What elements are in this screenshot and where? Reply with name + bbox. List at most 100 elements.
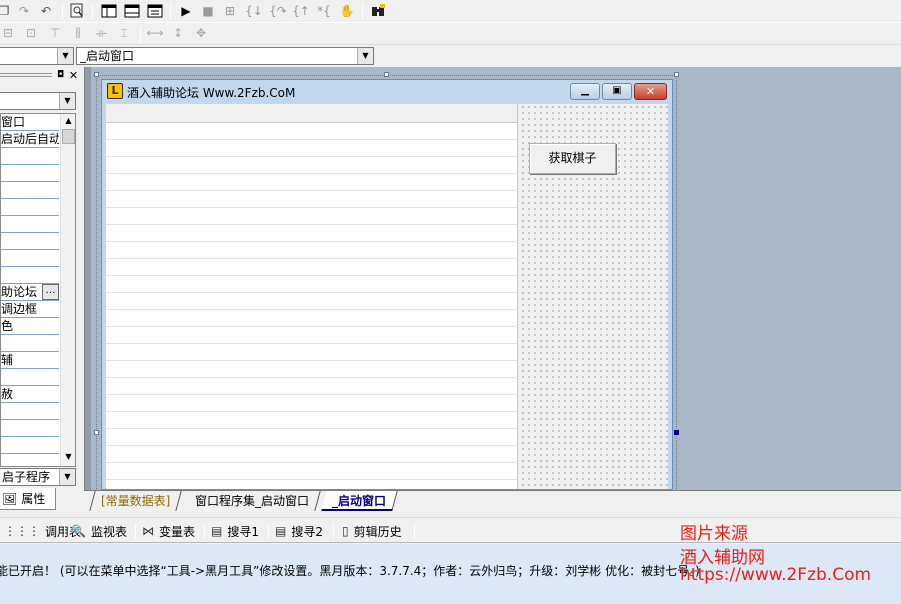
toolbar-separator [92, 3, 93, 20]
close-button[interactable]: ✕ [634, 83, 667, 100]
property-scrollbar[interactable]: ▲ ▼ [60, 114, 75, 466]
grid-row [106, 412, 517, 429]
scroll-down-icon[interactable]: ▼ [61, 450, 75, 464]
panel-restore-icon[interactable]: ◘ [55, 70, 66, 81]
chevron-down-icon[interactable]: ▼ [59, 93, 75, 109]
property-row[interactable] [1, 250, 59, 267]
property-row[interactable] [1, 233, 59, 250]
chevron-down-icon[interactable]: ▼ [357, 48, 373, 64]
resize-handle[interactable] [674, 430, 679, 435]
property-row[interactable] [1, 335, 59, 352]
align-center-icon[interactable]: ⊡ [21, 23, 41, 43]
tab-label: 搜寻2 [291, 524, 323, 539]
maximize-button[interactable]: ▣ [602, 83, 632, 100]
tab-call-table[interactable]: ⋮⋮⋮ 调用表 [4, 518, 81, 544]
object-combo[interactable]: ▼ [0, 47, 74, 65]
tab-search-2[interactable]: ▤ 搜寻2 [275, 518, 323, 544]
same-width-icon[interactable]: ⟷ [145, 23, 165, 43]
same-size-icon[interactable]: ✥ [191, 23, 211, 43]
layout-a-icon[interactable] [99, 1, 119, 21]
resize-handle[interactable] [94, 72, 99, 77]
grid-row [106, 208, 517, 225]
layout-b-icon[interactable] [122, 1, 142, 21]
property-value: 窗口 [1, 115, 26, 129]
design-workspace: L 酒入辅助论坛 Www.2Fzb.CoM ▁ ▣ ✕ 获取棋子 [84, 67, 901, 491]
align-left-icon[interactable]: ⊟ [0, 23, 18, 43]
space-vertical-icon[interactable]: ⌶ [114, 23, 134, 43]
property-row[interactable]: 辅 [1, 352, 59, 369]
tab-startup-window[interactable]: _启动窗口 [321, 491, 398, 511]
grid-row [106, 344, 517, 361]
property-row[interactable] [1, 420, 59, 437]
layout-c-icon[interactable] [145, 1, 165, 21]
redo-icon[interactable]: ↷ [14, 1, 34, 21]
property-tab[interactable]: 🖼 属性 [0, 488, 56, 510]
step-over-icon[interactable]: {↷ [268, 1, 288, 21]
step-into-icon[interactable]: {↓ [244, 1, 264, 21]
property-row[interactable] [1, 199, 59, 216]
tab-constant-data[interactable]: [常量数据表] [89, 491, 183, 511]
tab-clip-history[interactable]: ▯ 剪辑历史 [342, 518, 402, 544]
align-middle-icon[interactable]: ⫼ [68, 23, 88, 43]
event-dropdown[interactable]: 启子程序 ▼ [0, 468, 76, 486]
property-row[interactable]: 色 [1, 318, 59, 335]
tab-watch[interactable]: 🔍 监视表 [71, 518, 127, 544]
panel-close-icon[interactable]: ✕ [68, 70, 79, 81]
chevron-down-icon[interactable]: ▼ [59, 469, 75, 485]
resize-handle[interactable] [94, 430, 99, 435]
property-row[interactable] [1, 403, 59, 420]
undo-icon[interactable]: ↶ [36, 1, 56, 21]
same-height-icon[interactable]: ↕ [168, 23, 188, 43]
tab-search-1[interactable]: ▤ 搜寻1 [211, 518, 259, 544]
form-client-area[interactable]: 获取棋子 [106, 104, 668, 489]
property-row[interactable] [1, 437, 59, 454]
resize-handle[interactable] [384, 72, 389, 77]
minimize-button[interactable]: ▁ [570, 83, 600, 100]
property-row[interactable]: 窗口 [1, 114, 59, 131]
event-combo-value: _启动窗口 [80, 49, 135, 63]
find-icon[interactable] [67, 1, 87, 21]
debug-icon[interactable]: ⊞ [220, 1, 240, 21]
hand-icon[interactable]: ✋ [337, 1, 357, 21]
property-row[interactable]: 调边框 [1, 301, 59, 318]
scroll-thumb[interactable] [62, 129, 75, 144]
ellipsis-button[interactable]: … [42, 284, 59, 300]
component-dropdown[interactable]: ▼ [0, 92, 76, 110]
grid-row [106, 276, 517, 293]
toolbar-separator [362, 3, 363, 20]
event-combo[interactable]: _启动窗口 ▼ [76, 47, 374, 65]
get-pieces-button[interactable]: 获取棋子 [529, 143, 616, 174]
step-out-icon[interactable]: {↑ [291, 1, 311, 21]
property-row[interactable]: 赦 [1, 386, 59, 403]
space-horizontal-icon[interactable]: ⟛ [91, 23, 111, 43]
binoculars-icon[interactable] [368, 1, 388, 21]
tab-separator [414, 523, 415, 539]
tab-label: 剪辑历史 [353, 524, 402, 539]
output-tab-strip: ⋮⋮⋮ 调用表 🔍 监视表 ⋈ 变量表 ▤ 搜寻1 ▤ 搜寻2 ▯ 剪辑历史 [0, 517, 901, 543]
property-row[interactable] [1, 267, 59, 284]
tab-window-program-set[interactable]: 窗口程序集_启动窗口 [184, 491, 321, 511]
form-titlebar[interactable]: L 酒入辅助论坛 Www.2Fzb.CoM ▁ ▣ ✕ [102, 80, 672, 104]
copy-icon[interactable]: ❐ [0, 1, 14, 21]
run-icon[interactable]: ▶ [176, 1, 196, 21]
property-row[interactable] [1, 148, 59, 165]
toolbar-main: ❐ ↷ ↶ ▶ ■ ⊞ {↓ {↷ {↑ *{ ✋ [0, 0, 901, 23]
tab-variables[interactable]: ⋈ 变量表 [142, 518, 195, 544]
resize-handle[interactable] [674, 72, 679, 77]
property-row[interactable] [1, 369, 59, 386]
grid-row [106, 395, 517, 412]
property-row[interactable]: 启动后自动 [1, 131, 59, 148]
scroll-up-icon[interactable]: ▲ [61, 114, 75, 128]
design-form[interactable]: L 酒入辅助论坛 Www.2Fzb.CoM ▁ ▣ ✕ 获取棋子 [101, 79, 673, 490]
grid-row [106, 310, 517, 327]
toolbar-separator [170, 3, 171, 20]
align-top-icon[interactable]: ⊤ [45, 23, 65, 43]
property-row[interactable] [1, 216, 59, 233]
list-grid-control[interactable] [106, 104, 518, 489]
stop-icon[interactable]: ■ [198, 1, 218, 21]
run-to-cursor-icon[interactable]: *{ [314, 1, 334, 21]
chevron-down-icon[interactable]: ▼ [57, 48, 73, 64]
property-row[interactable] [1, 182, 59, 199]
property-row[interactable] [1, 165, 59, 182]
call-table-icon: ⋮⋮⋮ [4, 524, 40, 538]
